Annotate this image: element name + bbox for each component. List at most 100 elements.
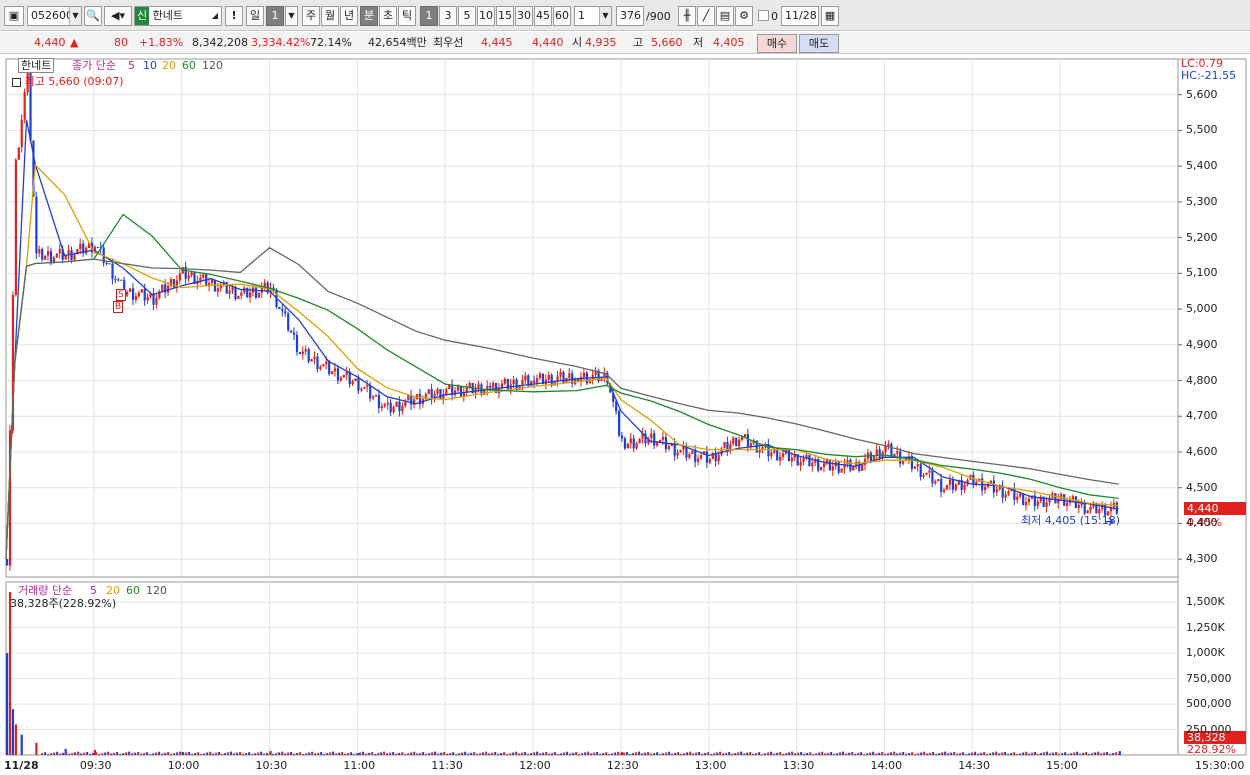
volume-bar xyxy=(248,752,251,755)
interval-30-button[interactable]: 30 xyxy=(515,6,533,26)
interval-15-button[interactable]: 15 xyxy=(496,6,514,26)
vol-ma120-legend: 120 xyxy=(146,584,167,597)
price-tick-label: 5,100 xyxy=(1186,266,1218,280)
time-tick-label: 11/28 xyxy=(4,759,39,772)
volume-bar xyxy=(824,753,827,755)
volume-bar xyxy=(479,753,482,755)
period-tick-button[interactable]: 틱 xyxy=(398,6,416,26)
volume-bar xyxy=(950,752,953,755)
volume-bar xyxy=(1067,754,1070,755)
hc-value: HC:-21.55 xyxy=(1181,69,1237,82)
candle-body xyxy=(111,263,114,280)
volume-bar xyxy=(581,753,584,755)
ma10-legend: 10 xyxy=(143,59,157,72)
period-second-button[interactable]: 초 xyxy=(379,6,397,26)
candle-icon[interactable]: ╫ xyxy=(678,6,696,26)
corner-icon[interactable]: ◢ xyxy=(209,7,221,25)
calendar-icon[interactable]: ▦ xyxy=(821,6,839,26)
candle-body xyxy=(85,247,88,254)
alert-button[interactable]: ! xyxy=(225,6,243,26)
volume-bar xyxy=(188,751,191,755)
volume-bar xyxy=(725,752,728,755)
volume-bar xyxy=(770,751,773,755)
volume-bar xyxy=(128,751,131,755)
chart-canvas[interactable] xyxy=(0,55,1250,775)
candle-body xyxy=(1001,485,1004,498)
volume-bar xyxy=(899,752,902,755)
candle-body xyxy=(615,401,618,412)
volume-bar xyxy=(842,751,845,755)
volume-bar xyxy=(161,753,164,755)
candle-body xyxy=(126,291,129,296)
candle-body xyxy=(49,251,53,262)
stock-name-field[interactable]: 신 한네트 ◢ xyxy=(134,6,222,26)
interval-select-value: 1 xyxy=(578,9,585,22)
candle-body xyxy=(105,262,108,264)
candle-body xyxy=(738,439,741,447)
volume-bar xyxy=(995,751,998,755)
checkbox[interactable] xyxy=(758,10,769,21)
search-icon[interactable]: 🔍 xyxy=(84,6,102,26)
candle-body xyxy=(304,349,307,352)
volume-bar xyxy=(452,752,455,755)
interval-10-button[interactable]: 10 xyxy=(477,6,495,26)
volume-bar xyxy=(143,752,146,755)
candle-body xyxy=(697,458,700,462)
period-year-button[interactable]: 년 xyxy=(340,6,358,26)
volume-bar xyxy=(443,751,446,755)
volume-bar xyxy=(326,753,329,755)
candle-body xyxy=(290,330,293,333)
period-minute-button[interactable]: 분 xyxy=(360,6,378,26)
stock-code-input[interactable]: 052600 ▼ xyxy=(27,6,82,26)
volume-bar xyxy=(1004,751,1007,755)
chevron-down-icon[interactable]: ▼ xyxy=(599,7,611,25)
period-day-button[interactable]: 일 xyxy=(246,6,264,26)
date-input[interactable]: 11/28 xyxy=(781,6,819,26)
volume-bar xyxy=(122,753,125,755)
volume-bar xyxy=(992,752,995,755)
interval-3-button[interactable]: 3 xyxy=(439,6,457,26)
interval-5-button[interactable]: 5 xyxy=(458,6,476,26)
candle-body xyxy=(301,351,304,355)
volume-bar xyxy=(641,753,644,755)
save-icon[interactable]: ▤ xyxy=(716,6,734,26)
volume-bar xyxy=(794,753,797,755)
candle-body xyxy=(656,442,659,446)
chevron-down-icon[interactable]: ▼ xyxy=(69,7,81,25)
count-total: /900 xyxy=(646,10,671,23)
chevron-down-icon[interactable]: ▼ xyxy=(285,6,298,26)
volume-bar xyxy=(803,753,806,755)
volume-bar xyxy=(260,751,263,755)
candle-body xyxy=(1007,491,1010,495)
volume-bar xyxy=(785,753,788,755)
volume-bar xyxy=(851,751,854,755)
count-input[interactable]: 376 xyxy=(616,6,644,26)
volume-bar xyxy=(806,752,809,755)
line-tool-icon[interactable]: ╱ xyxy=(697,6,715,26)
interval-45-button[interactable]: 45 xyxy=(534,6,552,26)
volume-bar xyxy=(974,751,977,755)
volume-bar xyxy=(56,751,59,755)
interval-60-button[interactable]: 60 xyxy=(553,6,571,26)
interval-select[interactable]: 1 ▼ xyxy=(574,6,612,26)
volume-bar xyxy=(665,752,668,755)
volume-bar xyxy=(1010,752,1013,755)
buy-button[interactable]: 매수 xyxy=(757,34,797,53)
sell-button[interactable]: 매도 xyxy=(799,34,839,53)
volume-bar xyxy=(335,753,338,755)
speaker-icon[interactable]: ◀▾ xyxy=(104,6,132,26)
candle-body xyxy=(676,452,679,456)
volume-bar xyxy=(578,753,581,755)
volume-bar xyxy=(503,752,506,755)
period-month-button[interactable]: 월 xyxy=(321,6,339,26)
candle-body xyxy=(943,489,946,492)
period-week-button[interactable]: 주 xyxy=(302,6,320,26)
period-num-button[interactable]: 1 xyxy=(266,6,284,26)
interval-1-button[interactable]: 1 xyxy=(420,6,438,26)
window-menu-icon[interactable]: ▣ xyxy=(4,6,24,26)
volume-bar xyxy=(1073,752,1076,755)
candle-body xyxy=(454,390,457,396)
chart-area[interactable]: 한네트 종가 단순 5 10 20 60 120 최고 5,660 (09:07… xyxy=(0,55,1250,775)
volume-bar xyxy=(329,752,332,755)
gear-icon[interactable]: ⚙ xyxy=(735,6,753,26)
